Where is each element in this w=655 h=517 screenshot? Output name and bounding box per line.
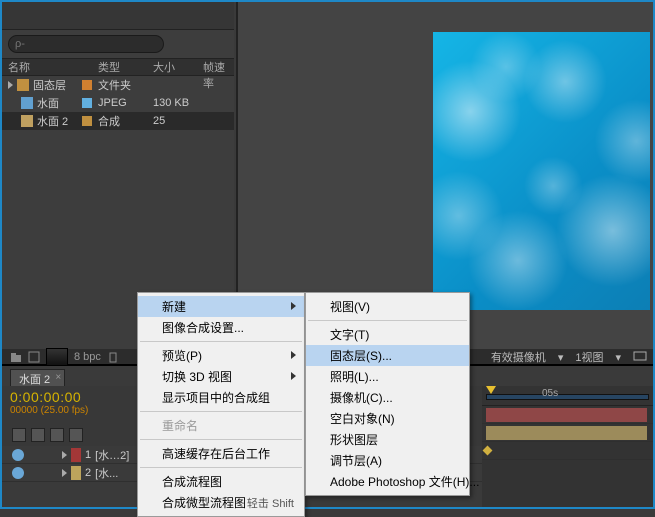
menu-item-adjustment[interactable]: 调节层(A) <box>306 450 469 471</box>
timecode-sub: 00000 (25.00 fps) <box>10 405 88 416</box>
row-type: 文件夹 <box>98 77 153 93</box>
project-search-input[interactable] <box>8 35 164 53</box>
delete-icon[interactable] <box>107 351 119 363</box>
disclosure-icon[interactable] <box>8 81 13 89</box>
layer-name: [水... <box>95 465 118 481</box>
dropdown-icon[interactable]: ▾ <box>615 351 621 364</box>
label-color[interactable] <box>82 98 92 108</box>
submenu-arrow-icon <box>291 302 296 310</box>
menu-item-null[interactable]: 空白对象(N) <box>306 408 469 429</box>
blur-toggle-icon[interactable] <box>69 428 83 442</box>
menu-item-solid[interactable]: 固态层(S)... <box>306 345 469 366</box>
row-size: 130 KB <box>153 97 203 109</box>
viewer-monitor-icon[interactable] <box>627 351 653 363</box>
comp-icon <box>21 115 33 127</box>
search-icon[interactable] <box>12 428 26 442</box>
folder-icon <box>17 79 29 91</box>
col-size[interactable]: 大小 <box>153 59 203 75</box>
layer-track[interactable] <box>482 424 653 442</box>
tab-label: 水面 2 <box>19 374 50 386</box>
menu-item-reveal-in-project[interactable]: 显示项目中的合成组 <box>138 387 304 408</box>
menu-item-switch-3d[interactable]: 切换 3D 视图 <box>138 366 304 387</box>
layer-number: 2 <box>85 467 91 479</box>
water-texture-image <box>433 32 650 310</box>
menu-item-comp-flow[interactable]: 合成流程图 <box>138 471 304 492</box>
bit-depth-label[interactable]: 8 bpc <box>74 351 101 363</box>
row-name: 水面 2 <box>37 113 68 129</box>
row-name: 固态层 <box>33 77 66 93</box>
shy-toggle-icon[interactable] <box>31 428 45 442</box>
menu-separator <box>140 341 302 342</box>
layer-track[interactable] <box>482 406 653 424</box>
menu-separator <box>308 320 467 321</box>
timeline-tab[interactable]: 水面 2 × <box>10 369 65 386</box>
bit-depth-swatch[interactable] <box>46 348 68 366</box>
project-row[interactable]: 水面 JPEG 130 KB <box>2 94 234 112</box>
menu-item-mini-flow[interactable]: 合成微型流程图轻击 Shift <box>138 492 304 513</box>
new-comp-icon[interactable] <box>28 351 40 363</box>
keyframe-icon[interactable] <box>483 446 493 456</box>
menu-item-text[interactable]: 文字(T) <box>306 324 469 345</box>
menu-item-new[interactable]: 新建 <box>138 296 304 317</box>
project-column-header[interactable]: 名称 类型 大小 帧速率 <box>2 58 234 76</box>
row-size: 25 <box>153 115 203 127</box>
project-toolbar <box>2 2 234 30</box>
row-name: 水面 <box>37 95 59 111</box>
layer-color[interactable] <box>71 448 81 462</box>
close-icon[interactable]: × <box>55 372 61 383</box>
ruler-tick: 05s <box>542 388 558 399</box>
col-misc[interactable]: 帧速率 <box>203 59 234 75</box>
composition-preview[interactable] <box>433 32 650 310</box>
layer-bar[interactable] <box>486 426 647 440</box>
timecode-value: 0:00:00:00 <box>10 389 88 405</box>
menu-item-light[interactable]: 照明(L)... <box>306 366 469 387</box>
submenu-arrow-icon <box>291 351 296 359</box>
menu-separator <box>140 467 302 468</box>
viewer-view-count[interactable]: 1视图 <box>569 349 609 365</box>
menu-item-viewer[interactable]: 视图(V) <box>306 296 469 317</box>
menu-item-photoshop[interactable]: Adobe Photoshop 文件(H)... <box>306 471 469 492</box>
menu-separator <box>140 411 302 412</box>
menu-item-rename: 重命名 <box>138 415 304 436</box>
hide-toggle-icon[interactable] <box>50 428 64 442</box>
submenu-arrow-icon <box>291 372 296 380</box>
label-color[interactable] <box>82 116 92 126</box>
disclosure-icon[interactable] <box>62 451 67 459</box>
project-row[interactable]: 固态层 文件夹 <box>2 76 234 94</box>
project-row[interactable]: 水面 2 合成 25 <box>2 112 234 130</box>
context-menu[interactable]: 新建 图像合成设置... 预览(P) 切换 3D 视图 显示项目中的合成组 重命… <box>137 292 305 517</box>
menu-item-shape[interactable]: 形状图层 <box>306 429 469 450</box>
row-type: 合成 <box>98 113 153 129</box>
folder-icon[interactable] <box>10 351 22 363</box>
label-color[interactable] <box>82 80 92 90</box>
layer-color[interactable] <box>71 466 81 480</box>
visibility-toggle[interactable] <box>12 449 24 461</box>
timecode-display[interactable]: 0:00:00:00 00000 (25.00 fps) <box>10 389 88 419</box>
col-type[interactable]: 类型 <box>98 59 153 75</box>
layer-bar[interactable] <box>486 408 647 422</box>
dropdown-icon[interactable]: ▾ <box>558 351 564 364</box>
shortcut-text: 轻击 Shift <box>247 495 294 511</box>
disclosure-icon[interactable] <box>62 469 67 477</box>
viewer-camera-select[interactable]: 有效摄像机 <box>485 349 552 365</box>
col-name[interactable]: 名称 <box>2 59 82 75</box>
project-rows: 固态层 文件夹 水面 JPEG 130 KB 水面 2 合成 25 <box>2 76 234 130</box>
menu-item-cache-background[interactable]: 高速缓存在后台工作 <box>138 443 304 464</box>
layer-name: [水…2] <box>95 447 129 463</box>
context-submenu-new[interactable]: 视图(V) 文字(T) 固态层(S)... 照明(L)... 摄像机(C)...… <box>305 292 470 496</box>
menu-item-comp-settings[interactable]: 图像合成设置... <box>138 317 304 338</box>
layer-number: 1 <box>85 449 91 461</box>
menu-item-camera[interactable]: 摄像机(C)... <box>306 387 469 408</box>
layer-track[interactable] <box>482 442 653 460</box>
time-ruler[interactable]: 05s <box>482 386 653 406</box>
row-type: JPEG <box>98 97 153 109</box>
menu-item-preview[interactable]: 预览(P) <box>138 345 304 366</box>
playhead-icon[interactable] <box>486 386 496 394</box>
col-label[interactable] <box>82 59 98 75</box>
image-icon <box>21 97 33 109</box>
timeline-track-area[interactable]: 05s <box>482 386 653 507</box>
visibility-toggle[interactable] <box>12 467 24 479</box>
menu-separator <box>140 439 302 440</box>
